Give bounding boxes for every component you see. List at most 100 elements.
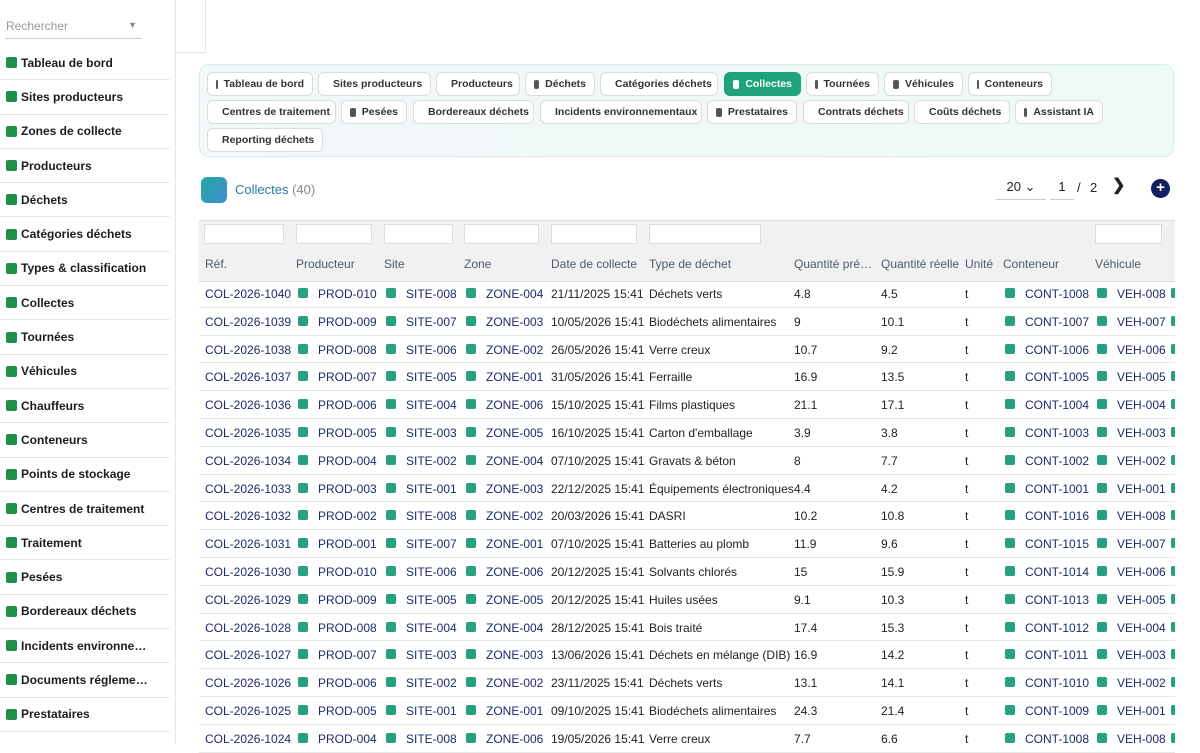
table-cell[interactable]: CONT-1002 xyxy=(1025,454,1089,468)
column-header[interactable]: Producteur xyxy=(296,257,355,271)
table-cell[interactable]: PROD-009 xyxy=(318,593,377,607)
column-header[interactable]: Date de collecte xyxy=(551,257,637,271)
table-row[interactable]: COL-2026-1028 PROD-008 SITE-004 ZONE-004 28/… xyxy=(199,614,1175,642)
nav-chip[interactable]: Prestataires xyxy=(707,100,797,124)
table-row[interactable]: COL-2026-1029 PROD-009 SITE-005 ZONE-005 20/… xyxy=(199,586,1175,614)
table-row[interactable]: COL-2026-1038 PROD-008 SITE-006 ZONE-002 26/… xyxy=(199,336,1175,364)
table-cell[interactable]: VEH-003 xyxy=(1117,648,1166,662)
page-size-select[interactable]: 20 ⌄ xyxy=(996,177,1046,200)
nav-chip[interactable]: Tableau de bord xyxy=(207,72,313,96)
nav-chip[interactable]: Pesées xyxy=(341,100,407,124)
table-cell[interactable]: PROD-003 xyxy=(318,482,377,496)
current-page-input[interactable]: 1 xyxy=(1050,177,1074,200)
nav-chip[interactable]: Assistant IA xyxy=(1015,100,1103,124)
sidebar-item[interactable]: Pesées xyxy=(0,560,170,595)
column-header[interactable]: Unité xyxy=(965,257,993,271)
table-row[interactable]: COL-2026-1030 PROD-010 SITE-006 ZONE-006 20/… xyxy=(199,558,1175,586)
table-cell[interactable]: PROD-004 xyxy=(318,454,377,468)
table-cell[interactable]: SITE-006 xyxy=(406,565,457,579)
table-cell[interactable]: ZONE-006 xyxy=(486,732,543,746)
table-cell[interactable]: CONT-1012 xyxy=(1025,621,1089,635)
table-cell[interactable]: CONT-1016 xyxy=(1025,509,1089,523)
sidebar-item[interactable]: Tournées xyxy=(0,320,170,355)
table-row[interactable]: COL-2026-1039 PROD-009 SITE-007 ZONE-003 10/… xyxy=(199,308,1175,336)
sidebar-item[interactable]: Types & classification xyxy=(0,252,170,287)
table-cell[interactable]: PROD-001 xyxy=(318,537,377,551)
table-cell[interactable]: SITE-005 xyxy=(406,370,457,384)
table-cell[interactable]: VEH-002 xyxy=(1117,454,1166,468)
table-cell[interactable]: SITE-004 xyxy=(406,398,457,412)
nav-chip[interactable]: Coûts déchets xyxy=(914,100,1010,124)
table-cell[interactable]: ZONE-001 xyxy=(486,370,543,384)
nav-chip[interactable]: Reporting déchets xyxy=(207,128,323,152)
table-row[interactable]: COL-2026-1027 PROD-007 SITE-003 ZONE-003 13/… xyxy=(199,641,1175,670)
table-cell[interactable]: ZONE-006 xyxy=(486,565,543,579)
table-cell[interactable]: COL-2026-1033 xyxy=(205,482,291,496)
table-row[interactable]: COL-2026-1035 PROD-005 SITE-003 ZONE-005 16/… xyxy=(199,419,1175,447)
table-cell[interactable]: VEH-008 xyxy=(1117,287,1166,301)
sidebar-item[interactable]: Véhicules xyxy=(0,355,170,389)
table-cell[interactable]: SITE-008 xyxy=(406,509,457,523)
table-cell[interactable]: COL-2026-1039 xyxy=(205,315,291,329)
search-input[interactable]: Rechercher ▼ xyxy=(5,16,141,39)
add-collecte-button[interactable]: + xyxy=(1151,179,1170,198)
table-cell[interactable]: PROD-006 xyxy=(318,398,377,412)
table-cell[interactable]: VEH-002 xyxy=(1117,676,1166,690)
table-cell[interactable]: CONT-1013 xyxy=(1025,593,1089,607)
table-cell[interactable]: COL-2026-1026 xyxy=(205,676,291,690)
chevron-down-icon[interactable]: ▼ xyxy=(128,20,137,30)
sidebar-item[interactable]: Producteurs xyxy=(0,149,170,184)
table-cell[interactable]: PROD-007 xyxy=(318,370,377,384)
table-cell[interactable]: VEH-001 xyxy=(1117,704,1166,718)
table-row[interactable]: COL-2026-1024 PROD-004 SITE-008 ZONE-006 19/… xyxy=(199,725,1175,753)
sidebar-item[interactable]: Collectes xyxy=(0,286,170,321)
table-cell[interactable]: PROD-010 xyxy=(318,565,377,579)
sidebar-item[interactable]: Incidents environne… xyxy=(0,629,170,664)
table-cell[interactable]: CONT-1005 xyxy=(1025,370,1089,384)
table-cell[interactable]: COL-2026-1040 xyxy=(205,287,291,301)
table-cell[interactable]: PROD-008 xyxy=(318,621,377,635)
table-cell[interactable]: COL-2026-1035 xyxy=(205,426,291,440)
table-cell[interactable]: SITE-003 xyxy=(406,648,457,662)
table-cell[interactable]: PROD-008 xyxy=(318,343,377,357)
column-header[interactable]: Zone xyxy=(464,257,491,271)
column-filter-input[interactable] xyxy=(204,224,284,244)
sidebar-item[interactable]: Zones de collecte xyxy=(0,115,170,149)
table-row[interactable]: COL-2026-1025 PROD-005 SITE-001 ZONE-001 09/… xyxy=(199,697,1175,725)
nav-chip[interactable]: Sites producteurs xyxy=(318,72,431,96)
next-page-icon[interactable]: ❯ xyxy=(1112,175,1125,195)
column-filter-input[interactable] xyxy=(384,224,453,244)
table-cell[interactable]: ZONE-004 xyxy=(486,621,543,635)
column-filter-input[interactable] xyxy=(296,224,372,244)
table-cell[interactable]: CONT-1004 xyxy=(1025,398,1089,412)
column-filter-input[interactable] xyxy=(464,224,539,244)
sidebar-item[interactable]: Déchets xyxy=(0,183,170,218)
table-cell[interactable]: VEH-006 xyxy=(1117,565,1166,579)
table-row[interactable]: COL-2026-1026 PROD-006 SITE-002 ZONE-002 23/… xyxy=(199,669,1175,697)
table-cell[interactable]: PROD-009 xyxy=(318,315,377,329)
table-cell[interactable]: CONT-1014 xyxy=(1025,565,1089,579)
table-cell[interactable]: CONT-1007 xyxy=(1025,315,1089,329)
sidebar-item[interactable]: Sites producteurs xyxy=(0,80,170,115)
table-cell[interactable]: PROD-004 xyxy=(318,732,377,746)
table-cell[interactable]: ZONE-001 xyxy=(486,704,543,718)
table-row[interactable]: COL-2026-1037 PROD-007 SITE-005 ZONE-001 31/… xyxy=(199,363,1175,392)
sidebar-item[interactable]: Centres de traitement xyxy=(0,492,170,527)
table-cell[interactable]: COL-2026-1029 xyxy=(205,593,291,607)
column-filter-input[interactable] xyxy=(649,224,761,244)
nav-chip[interactable]: Conteneurs xyxy=(968,72,1052,96)
sidebar-item[interactable]: Conteneurs xyxy=(0,423,170,458)
table-cell[interactable]: SITE-005 xyxy=(406,593,457,607)
table-row[interactable]: COL-2026-1034 PROD-004 SITE-002 ZONE-004 07/… xyxy=(199,447,1175,475)
table-cell[interactable]: SITE-002 xyxy=(406,676,457,690)
nav-chip[interactable]: Tournées xyxy=(806,72,879,96)
nav-chip[interactable]: Contrats déchets xyxy=(803,100,909,124)
table-cell[interactable]: VEH-007 xyxy=(1117,537,1166,551)
table-cell[interactable]: ZONE-004 xyxy=(486,287,543,301)
table-cell[interactable]: PROD-002 xyxy=(318,509,377,523)
column-header[interactable]: Véhicule xyxy=(1095,257,1141,271)
table-cell[interactable]: PROD-005 xyxy=(318,426,377,440)
sidebar-item[interactable]: Chauffeurs xyxy=(0,389,170,424)
table-cell[interactable]: VEH-007 xyxy=(1117,315,1166,329)
table-cell[interactable]: VEH-006 xyxy=(1117,343,1166,357)
